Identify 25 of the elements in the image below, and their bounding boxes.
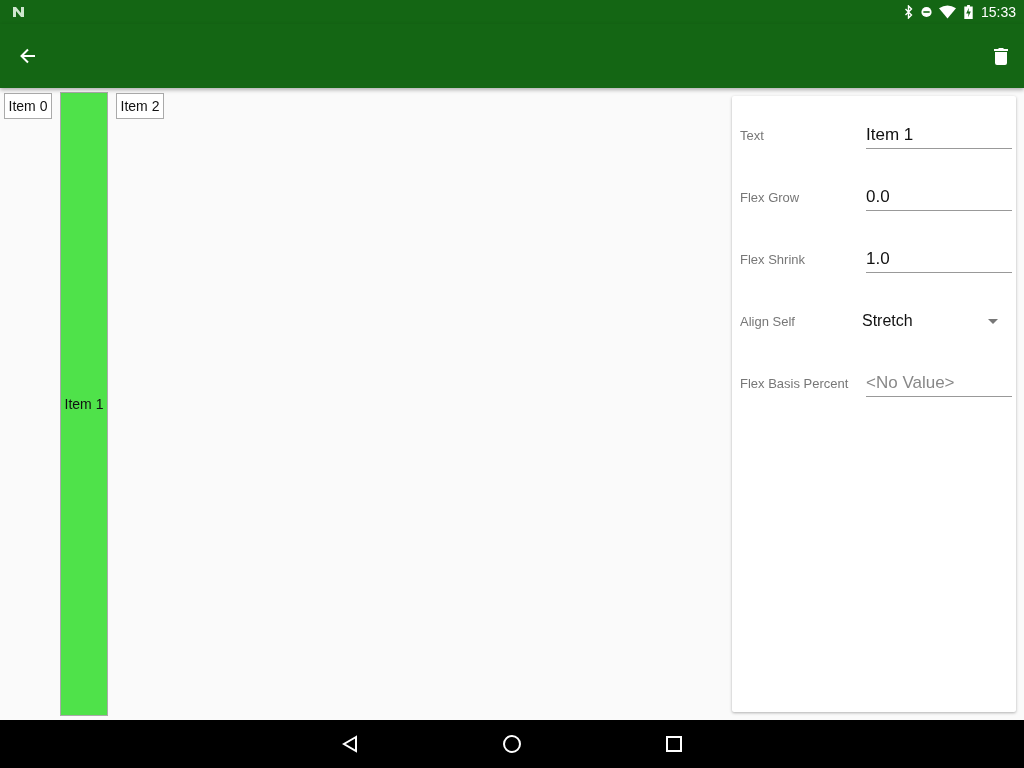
- property-label: Flex Grow: [740, 189, 801, 205]
- caret-icon: [988, 318, 998, 324]
- flex-item[interactable]: Item 0: [4, 93, 52, 119]
- dropdown[interactable]: Stretch: [862, 312, 1008, 330]
- flex-item[interactable]: Item 2: [116, 93, 164, 119]
- clock-time: 15:33: [980, 4, 1016, 20]
- input-field[interactable]: 1.0: [866, 245, 1012, 273]
- notification-icon: [12, 6, 26, 18]
- do-not-disturb-icon: [920, 5, 932, 19]
- input-field[interactable]: <No Value>: [866, 369, 1012, 397]
- back-triangle-icon[interactable]: [341, 735, 359, 753]
- input-field[interactable]: Item 1: [866, 121, 1012, 149]
- bluetooth-icon: [902, 5, 914, 19]
- trash-icon[interactable]: [994, 47, 1008, 65]
- back-arrow-icon[interactable]: [20, 48, 36, 64]
- wifi-icon: [938, 5, 956, 19]
- recents-square-icon[interactable]: [665, 735, 683, 753]
- property-label: Flex Basis Percent: [740, 375, 850, 391]
- flex-item[interactable]: Item 1: [60, 92, 108, 716]
- battery-icon: [962, 5, 974, 19]
- property-label: Flex Shrink: [740, 251, 807, 267]
- input-field[interactable]: 0.0: [866, 183, 1012, 211]
- property-label: Text: [740, 127, 765, 143]
- home-circle-icon[interactable]: [503, 735, 521, 753]
- property-label: Align Self: [740, 313, 796, 329]
